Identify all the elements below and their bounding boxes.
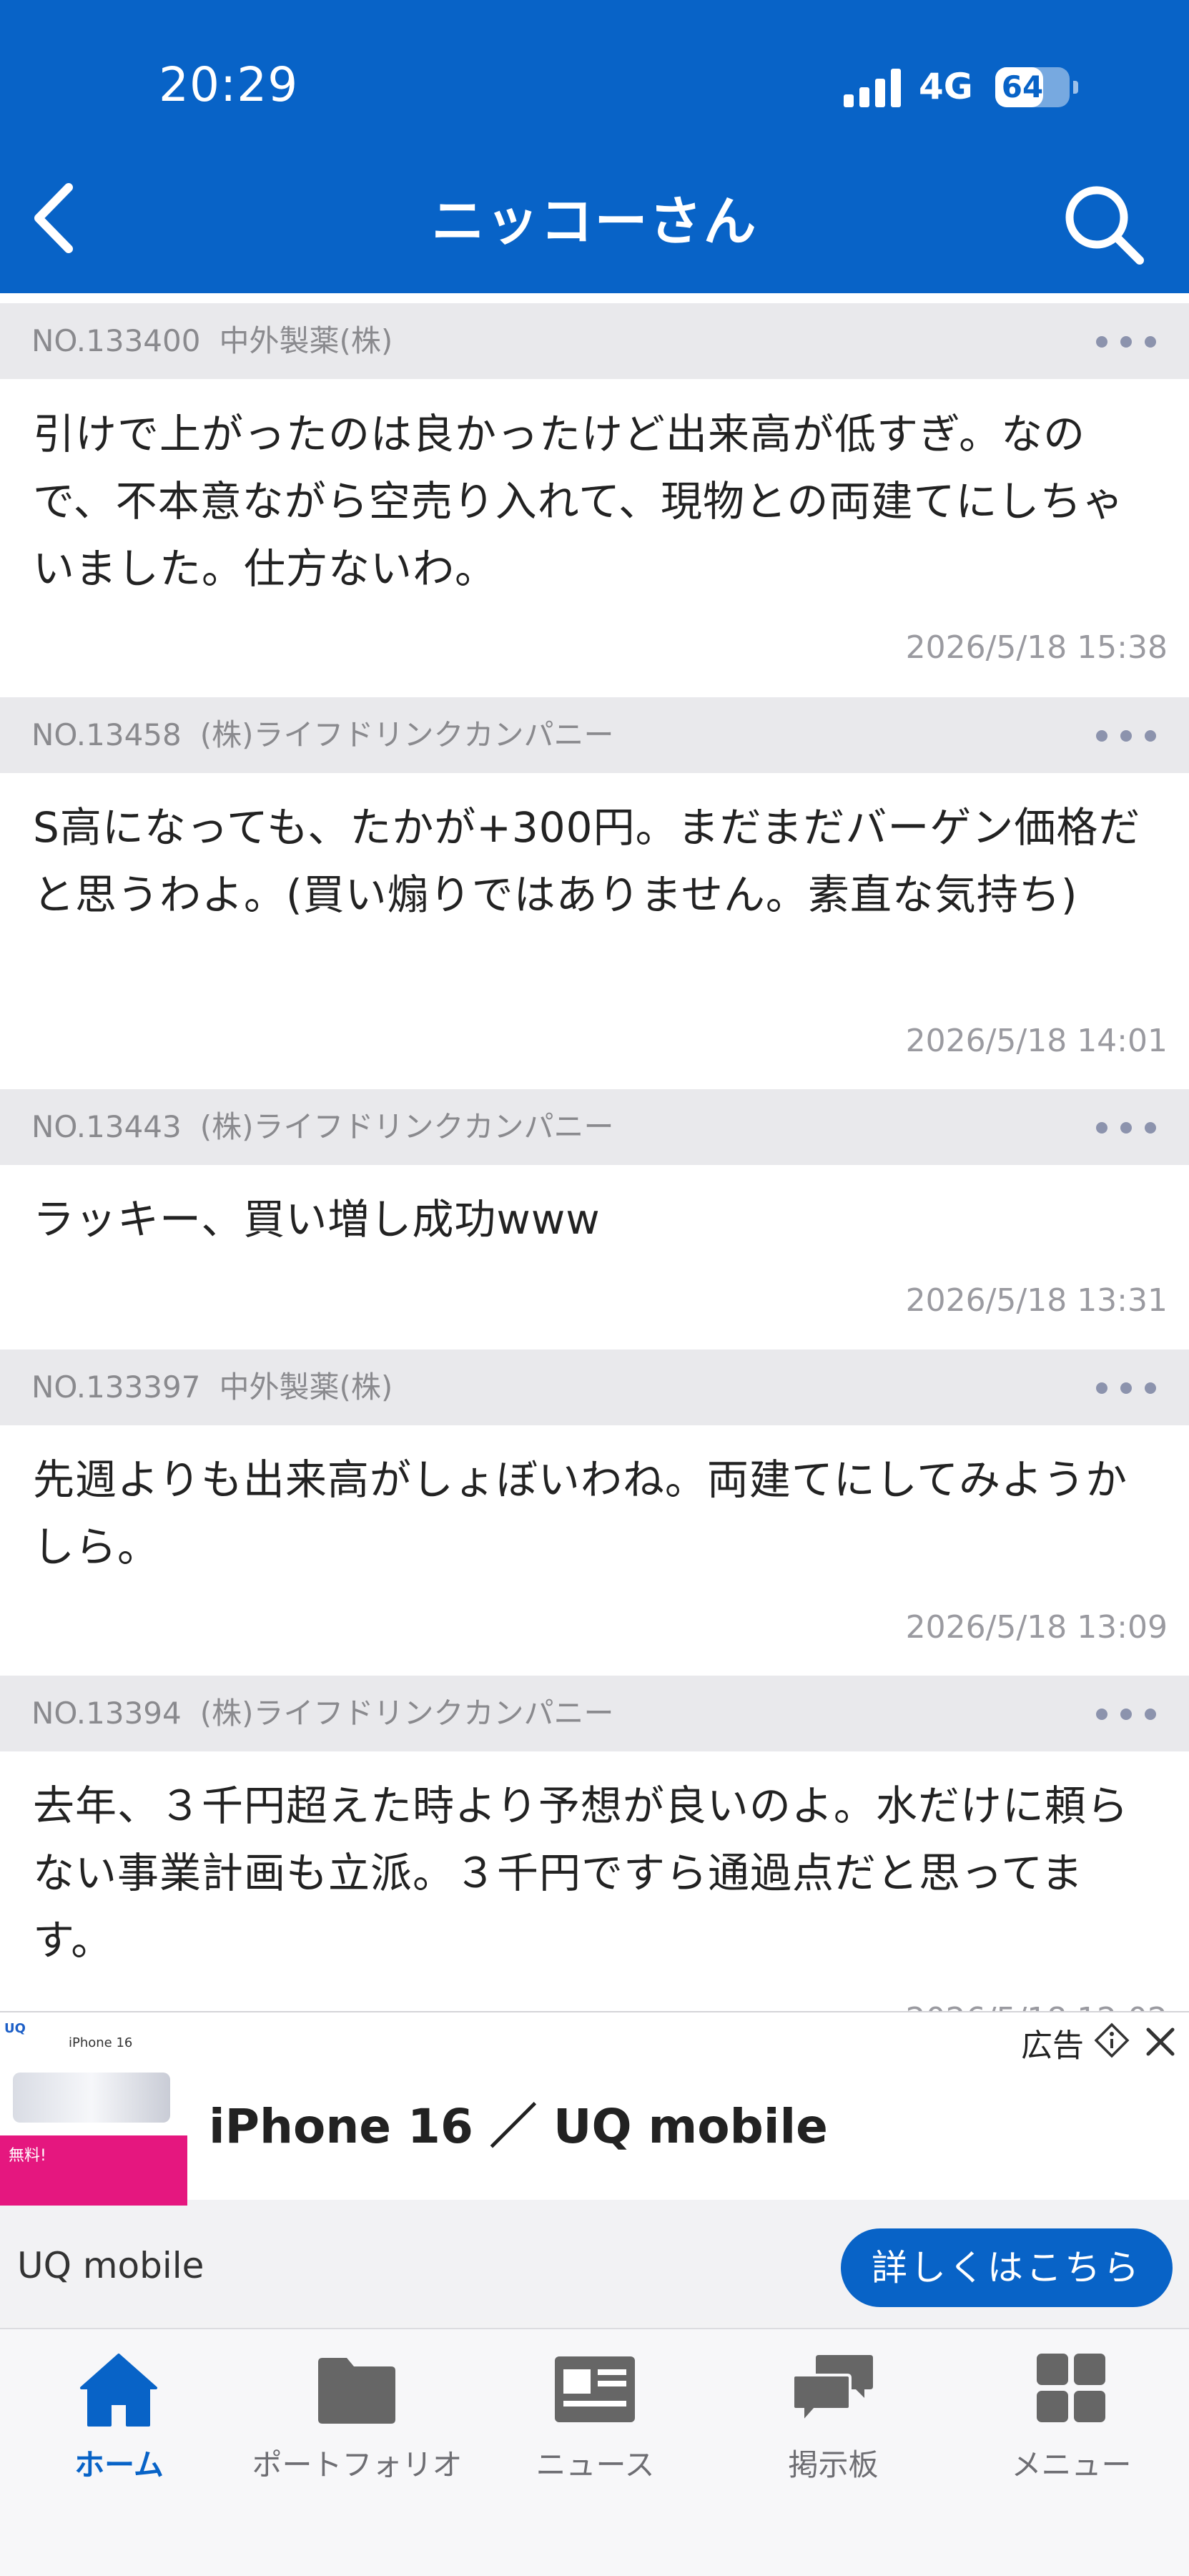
post-number: NO.133400 [31,323,201,358]
ad-thumbnail[interactable]: UQ iPhone 16 無料! [0,2018,187,2206]
bottom-tab-bar: ホーム ポートフォリオ ニュース 掲示板 メニュー [0,2328,1189,2576]
post-date: 2026/5/18 13:09 [905,1609,1168,1646]
ad-thumb-promo: 無料! [0,2135,187,2206]
post-company-link[interactable]: 中外製薬(株) [219,1370,393,1405]
post-body[interactable]: ラッキー、買い増し成功www [33,1186,1163,1253]
post-number: NO.13394 [31,1696,182,1731]
grid-icon [1037,2354,1105,2422]
post-header: NO.13458 (株)ライフドリンクカンパニー [0,697,1189,773]
chat-bubbles-icon [791,2355,873,2427]
post-header: NO.13394 (株)ライフドリンクカンパニー [0,1676,1189,1751]
home-icon [80,2354,157,2427]
page-title: ニッコーさん [431,191,758,252]
tab-label: ホーム [74,2447,164,2482]
battery-icon: 64 [995,67,1078,107]
search-icon [1065,186,1144,265]
post-body[interactable]: 先週よりも出来高がしょぼいわね。両建てにしてみようかしら。 [33,1446,1163,1580]
post-date: 2026/5/18 14:01 [905,1023,1168,1059]
post-date: 2026/5/18 13:31 [905,1282,1168,1319]
more-options-icon[interactable] [1096,724,1156,746]
ad-advertiser: UQ mobile [17,2245,204,2286]
post-company-link[interactable]: (株)ライフドリンクカンパニー [200,1696,614,1731]
ad-banner[interactable]: UQ iPhone 16 無料! iPhone 16 ／ UQ mobile 広… [0,2011,1189,2329]
ad-cta-button[interactable]: 詳しくはこちら [841,2228,1173,2307]
tab-menu[interactable]: メニュー [952,2351,1189,2494]
more-options-icon[interactable] [1096,1377,1156,1398]
tab-label: 掲示板 [788,2447,879,2482]
tab-home[interactable]: ホーム [0,2351,238,2494]
tab-news[interactable]: ニュース [476,2351,714,2494]
newspaper-icon [555,2356,635,2422]
phone-image [13,2073,170,2123]
post-number: NO.133397 [31,1370,201,1405]
tab-label: ニュース [536,2447,655,2482]
post-header: NO.13443 (株)ライフドリンクカンパニー [0,1089,1189,1165]
post-number: NO.13458 [31,717,182,752]
signal-icon [844,69,901,107]
post-date: 2026/5/18 15:38 [905,629,1168,666]
ad-label: 広告 [1021,2027,1084,2064]
ad-thumb-brand: UQ [4,2021,26,2036]
post-body[interactable]: S高になっても、たかが+300円。まだまだバーゲン価格だと思うわよ。(買い煽りで… [33,794,1163,928]
status-time: 20:29 [159,57,299,112]
ad-info-icon[interactable] [1094,2022,1130,2058]
post-header: NO.133397 中外製薬(株) [0,1350,1189,1425]
post-company-link[interactable]: (株)ライフドリンクカンパニー [200,717,614,752]
post-company-link[interactable]: (株)ライフドリンクカンパニー [200,1109,614,1144]
tab-board[interactable]: 掲示板 [714,2351,952,2494]
more-options-icon[interactable] [1096,330,1156,352]
ad-thumb-product: iPhone 16 [69,2035,133,2050]
more-options-icon[interactable] [1096,1703,1156,1724]
tab-label: ポートフォリオ [252,2447,463,2482]
post-feed[interactable]: NO.133400 中外製薬(株) 引けで上がったのは良かったけど出来高が低すぎ。… [0,293,1189,2013]
network-label: 4G [919,66,973,107]
folder-icon [318,2358,395,2424]
tab-label: メニュー [1011,2447,1132,2482]
post-header: NO.133400 中外製薬(株) [0,303,1189,379]
battery-level: 64 [1001,69,1044,104]
app-header: 20:29 4G 64 ニッコーさん [0,0,1189,293]
post-body[interactable]: 去年、３千円超えた時より予想が良いのよ。水だけに頼らない事業計画も立派。３千円で… [33,1772,1163,1974]
post-company-link[interactable]: 中外製薬(株) [219,323,393,358]
tab-portfolio[interactable]: ポートフォリオ [238,2351,476,2494]
ad-title[interactable]: iPhone 16 ／ UQ mobile [209,2088,828,2157]
post-number: NO.13443 [31,1109,182,1144]
more-options-icon[interactable] [1096,1116,1156,1138]
search-button[interactable] [1057,177,1150,270]
close-icon[interactable] [1144,2025,1177,2058]
post-body[interactable]: 引けで上がったのは良かったけど出来高が低すぎ。なので、不本意ながら空売り入れて、… [33,400,1163,602]
